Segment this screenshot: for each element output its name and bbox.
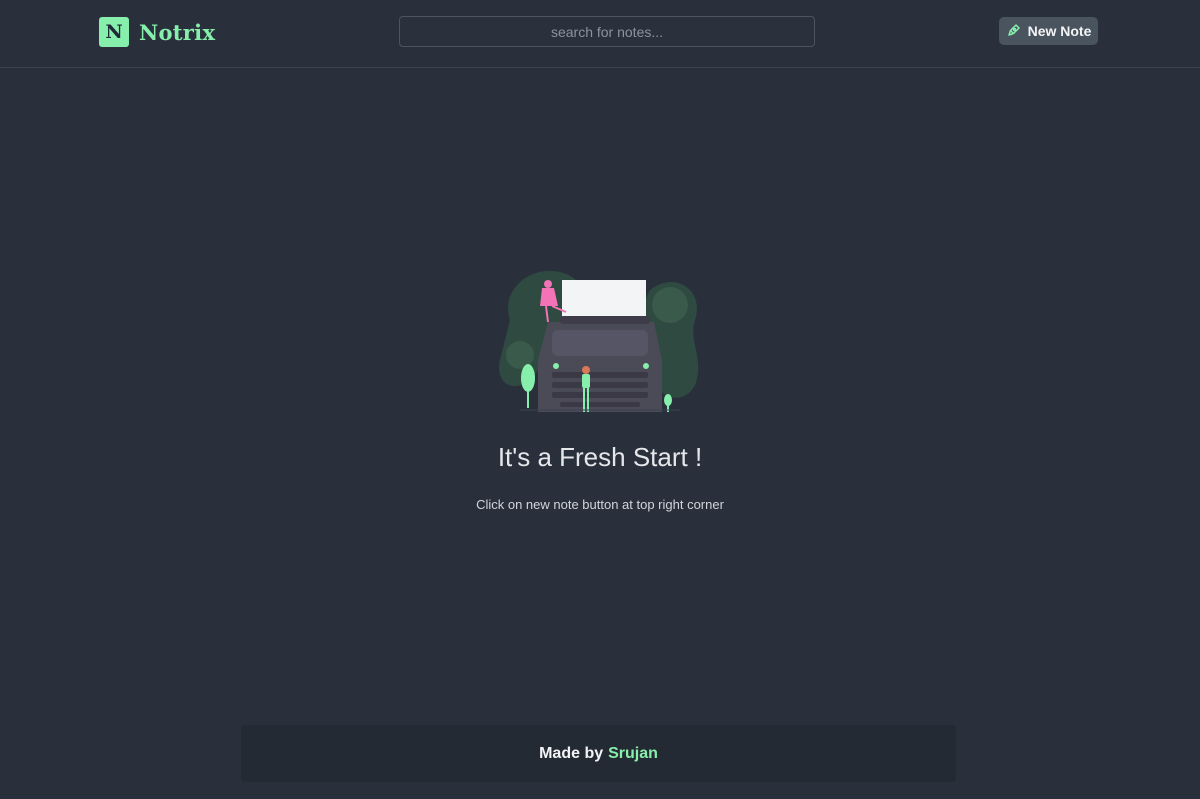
author-link[interactable]: Srujan — [608, 745, 658, 763]
pen-icon — [1006, 22, 1022, 41]
footer: Made by Srujan — [241, 725, 956, 782]
typewriter-illustration — [499, 270, 699, 412]
empty-state-subtitle: Click on new note button at top right co… — [476, 497, 724, 512]
empty-state: It's a Fresh Start ! Click on new note b… — [0, 260, 1200, 512]
search-input[interactable] — [399, 16, 815, 47]
logo-badge: N — [99, 17, 129, 47]
logo[interactable]: N Notrix — [99, 17, 215, 47]
new-note-button[interactable]: New Note — [999, 17, 1098, 45]
new-note-label: New Note — [1027, 23, 1092, 39]
empty-state-title: It's a Fresh Start ! — [497, 442, 703, 472]
app-name: Notrix — [139, 19, 216, 45]
top-bar: N Notrix New Note — [0, 0, 1200, 68]
app-root: N Notrix New Note — [0, 0, 1200, 799]
footer-prefix: Made by — [539, 744, 604, 762]
